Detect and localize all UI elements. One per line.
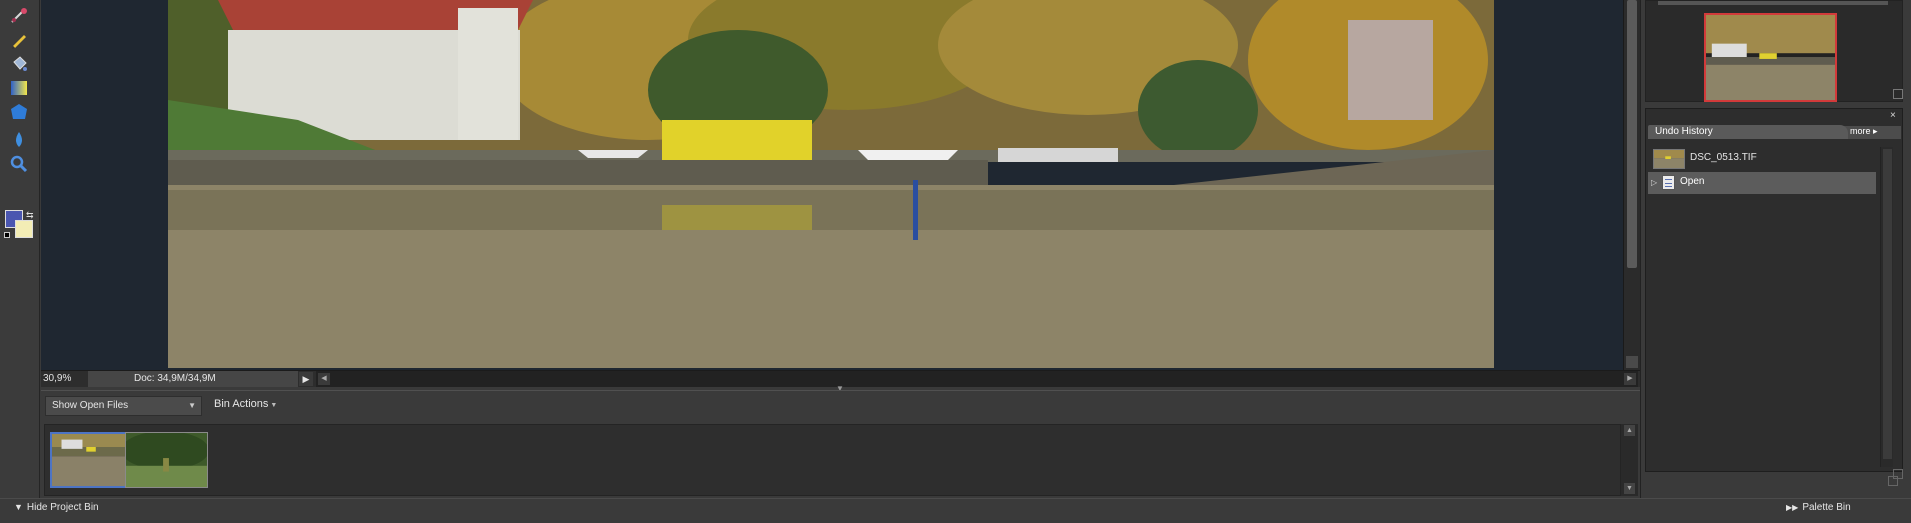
palette-bin-label: Palette Bin [1802,502,1851,513]
scroll-right-arrow-icon[interactable]: ▶ [1624,373,1636,385]
navigator-preview[interactable] [1704,13,1837,102]
scroll-down-arrow-icon[interactable] [1626,356,1638,368]
swap-colors-icon[interactable]: ⇆ [26,210,34,221]
close-icon[interactable]: × [1890,111,1900,121]
hide-project-bin-button[interactable]: ▼ Hide Project Bin [14,502,99,513]
document-size-info: Doc: 34,9M/34,9M [88,371,298,387]
chevron-down-icon: ▼ [188,401,196,410]
history-item-selected[interactable]: ▷ Open [1648,172,1876,194]
history-state-marker-icon: ▷ [1651,178,1658,187]
bin-actions-label: Bin Actions [214,398,269,410]
palette-bin: × Undo History more ▸ DSC_0513.TIF ▷ Ope… [1640,0,1911,498]
zoom-icon[interactable] [8,154,30,174]
palette-bin-button[interactable]: ▶▶ Palette Bin [1786,502,1851,513]
pencil-icon[interactable] [8,30,30,50]
image-workspace [41,0,1623,372]
show-files-dropdown[interactable]: Show Open Files ▼ [45,396,202,416]
history-item-label: Open [1680,176,1705,187]
hide-project-bin-label: Hide Project Bin [26,502,99,513]
open-document-icon [1662,175,1675,190]
document-image[interactable] [168,0,1494,368]
scroll-up-arrow-icon[interactable]: ▲ [1624,425,1635,436]
bin-actions-menu[interactable]: Bin Actions ▼ [214,398,277,410]
vertical-scrollbar[interactable] [1623,0,1640,372]
gradient-icon[interactable] [8,78,30,98]
paint-bucket-icon[interactable] [8,54,30,74]
collapse-icon: ▼ [14,502,23,512]
scroll-left-arrow-icon[interactable]: ◀ [318,373,330,385]
image-thumbnail-icon [1653,149,1685,169]
vertical-scroll-thumb[interactable] [1627,0,1637,268]
chevron-down-icon: ▼ [270,402,278,409]
scroll-down-arrow-icon[interactable]: ▼ [1624,483,1635,494]
expand-icon: ▶▶ [1786,503,1799,512]
history-item-label: DSC_0513.TIF [1690,152,1757,163]
background-color-swatch[interactable] [15,220,33,238]
shape-icon[interactable] [8,102,30,122]
horizontal-scrollbar[interactable]: ◀ ▶ [316,371,1638,387]
bin-thumbnail-park[interactable] [125,432,208,488]
status-menu-arrow-icon[interactable]: ▶ [299,372,313,386]
undo-history-panel: × Undo History more ▸ DSC_0513.TIF ▷ Ope… [1645,108,1903,479]
bin-scrollbar[interactable]: ▲ ▼ [1621,424,1638,496]
navigator-panel [1645,0,1903,102]
tab-undo-history[interactable]: Undo History [1648,125,1848,139]
history-item[interactable]: DSC_0513.TIF [1648,147,1876,171]
project-bin: Show Open Files ▼ Bin Actions ▼ ▲ ▼ [41,390,1640,498]
zoom-level[interactable]: 30,9% [41,371,85,387]
toolbox: ⇆ [0,0,40,498]
bin-thumbnail-tray [44,424,1621,496]
undo-history-scrollbar[interactable] [1880,147,1893,467]
bottom-bar: ▼ Hide Project Bin ▶▶ Palette Bin [0,498,1911,523]
blur-drop-icon[interactable] [8,130,30,150]
navigator-zoom-slider[interactable] [1658,1,1888,5]
red-eye-brush-icon[interactable] [8,6,30,26]
more-menu-button[interactable]: more ▸ [1850,126,1878,137]
show-files-dropdown-label: Show Open Files [52,400,129,411]
default-colors-icon[interactable] [4,232,10,238]
bin-thumbnail-harbor[interactable] [50,432,133,488]
palette-resize-handle[interactable] [1888,476,1898,486]
panel-resize-handle[interactable] [1893,89,1903,99]
